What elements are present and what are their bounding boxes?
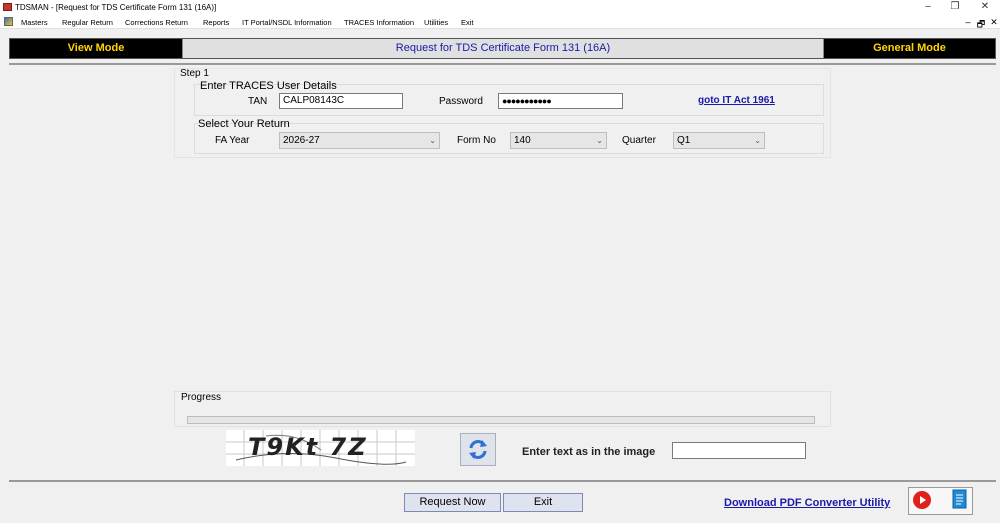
form-no-select[interactable]: 140 ⌄	[510, 132, 607, 149]
mdi-close-button[interactable]: ✕	[988, 17, 1000, 28]
title-bar: TDSMAN - [Request for TDS Certificate Fo…	[0, 0, 1000, 15]
traces-section-label: Enter TRACES User Details	[200, 80, 337, 92]
menu-app-icon[interactable]	[4, 17, 13, 26]
youtube-icon[interactable]	[912, 490, 932, 510]
mdi-minimize-button[interactable]: –	[962, 17, 974, 27]
form-title: Request for TDS Certificate Form 131 (16…	[182, 39, 824, 58]
captcha-text: T9Kt 7Z	[248, 433, 368, 461]
quarter-select[interactable]: Q1 ⌄	[673, 132, 765, 149]
menu-corrections-return[interactable]: Corrections Return	[125, 18, 188, 27]
menu-traces-information[interactable]: TRACES Information	[344, 18, 414, 27]
refresh-captcha-button[interactable]	[460, 433, 496, 466]
menu-it-portal[interactable]: IT Portal/NSDL Information	[242, 18, 332, 27]
download-pdf-converter-link[interactable]: Download PDF Converter Utility	[724, 497, 890, 509]
form-no-value: 140	[514, 135, 531, 146]
return-section-label: Select Your Return	[198, 118, 290, 130]
goto-it-act-link[interactable]: goto IT Act 1961	[698, 95, 775, 106]
chevron-down-icon: ⌄	[429, 136, 436, 145]
quarter-label: Quarter	[622, 135, 656, 146]
general-mode-label: General Mode	[824, 39, 995, 58]
form-no-label: Form No	[457, 135, 496, 146]
request-now-button[interactable]: Request Now	[404, 493, 501, 512]
close-button[interactable]: ✕	[975, 1, 995, 13]
menu-regular-return[interactable]: Regular Return	[62, 18, 113, 27]
quarter-value: Q1	[677, 135, 691, 146]
chevron-down-icon: ⌄	[596, 136, 603, 145]
step1-label: Step 1	[180, 68, 209, 79]
help-icons-panel	[908, 487, 973, 515]
view-mode-label: View Mode	[10, 39, 182, 58]
fa-year-select[interactable]: 2026-27 ⌄	[279, 132, 440, 149]
mdi-restore-button[interactable]: 🗗	[975, 17, 987, 33]
chevron-down-icon: ⌄	[754, 136, 761, 145]
menu-utilities[interactable]: Utilities	[424, 18, 448, 27]
refresh-icon	[469, 440, 487, 459]
captcha-input[interactable]	[672, 442, 806, 459]
app-icon	[3, 3, 12, 11]
progress-bar	[187, 416, 815, 424]
captcha-image: T9Kt 7Z	[226, 430, 415, 466]
exit-button[interactable]: Exit	[503, 493, 583, 512]
fa-year-label: FA Year	[215, 135, 250, 146]
menu-masters[interactable]: Masters	[21, 18, 48, 27]
progress-panel	[174, 391, 831, 427]
menu-reports[interactable]: Reports	[203, 18, 229, 27]
tan-label: TAN	[248, 96, 268, 107]
minimize-button[interactable]: –	[918, 1, 938, 13]
menu-bar: Masters Regular Return Corrections Retur…	[0, 15, 1000, 29]
document-icon[interactable]	[951, 489, 969, 511]
tan-input[interactable]: CALP08143C	[279, 93, 403, 109]
progress-label: Progress	[181, 392, 222, 403]
captcha-prompt-label: Enter text as in the image	[522, 446, 656, 458]
menu-exit[interactable]: Exit	[461, 18, 474, 27]
password-input[interactable]: ●●●●●●●●●●●	[498, 93, 623, 109]
window-title: TDSMAN - [Request for TDS Certificate Fo…	[15, 3, 217, 12]
fa-year-value: 2026-27	[283, 135, 320, 146]
form-header: View Mode Request for TDS Certificate Fo…	[9, 38, 996, 59]
password-label: Password	[439, 96, 483, 107]
restore-button[interactable]: ❐	[945, 1, 965, 13]
